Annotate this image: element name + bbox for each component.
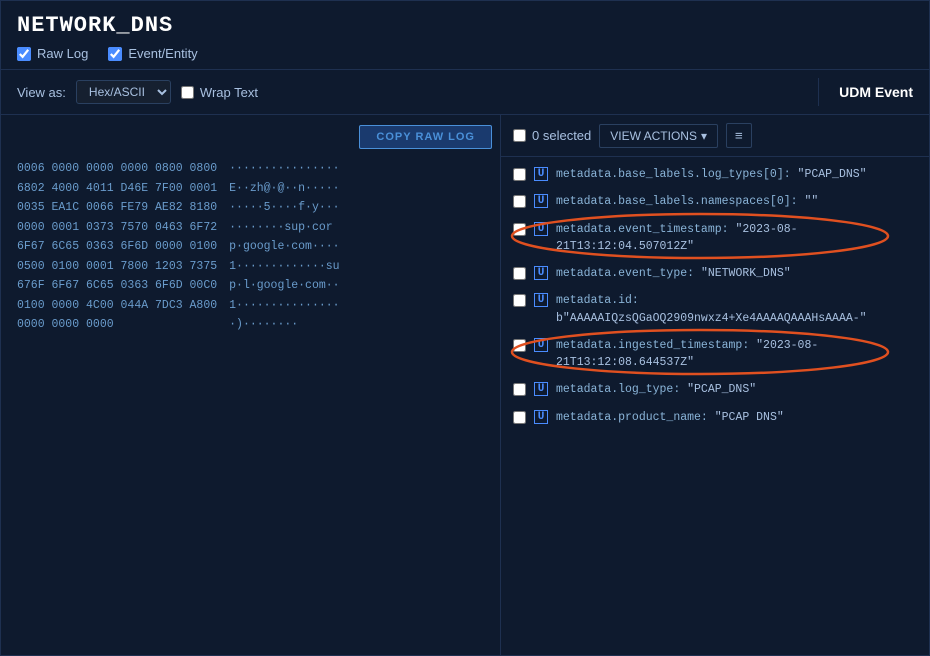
select-all-checkbox[interactable] <box>513 129 526 142</box>
hex-content: 0006 0000 0000 0000 0800 0800 6802 4000 … <box>17 159 492 335</box>
udm-item-checkbox[interactable] <box>513 383 526 396</box>
udm-key: metadata.ingested_timestamp: <box>556 339 756 352</box>
udm-item-checkbox[interactable] <box>513 411 526 424</box>
udm-item-text: metadata.product_name: "PCAP DNS" <box>556 409 917 426</box>
udm-type-icon: U <box>534 167 548 181</box>
main-content: COPY RAW LOG 0006 0000 0000 0000 0800 08… <box>1 115 929 655</box>
copy-raw-log-button[interactable]: COPY RAW LOG <box>359 125 492 149</box>
udm-key: metadata.log_type: <box>556 383 687 396</box>
header: NETWORK_DNS Raw Log Event/Entity <box>1 1 929 69</box>
udm-type-icon: U <box>534 293 548 307</box>
toolbar-divider <box>818 78 819 106</box>
event-entity-checkbox[interactable] <box>108 47 122 61</box>
filter-icon: ≡ <box>735 128 743 143</box>
event-entity-checkbox-label[interactable]: Event/Entity <box>108 46 197 61</box>
wrap-text-checkbox[interactable] <box>181 86 194 99</box>
view-actions-label: VIEW ACTIONS <box>610 129 697 143</box>
udm-value: "NETWORK_DNS" <box>701 267 791 280</box>
udm-item[interactable]: U metadata.event_type: "NETWORK_DNS" <box>501 260 929 287</box>
udm-event-label: UDM Event <box>831 84 913 100</box>
udm-item-text: metadata.base_labels.namespaces[0]: "" <box>556 193 917 210</box>
udm-value: "PCAP DNS" <box>715 411 784 424</box>
udm-item-checkbox[interactable] <box>513 223 526 236</box>
raw-log-label: Raw Log <box>37 46 88 61</box>
udm-item-text: metadata.event_timestamp: "2023-08-21T13… <box>556 221 917 256</box>
event-entity-label: Event/Entity <box>128 46 197 61</box>
right-panel-wrapper: 0 selected VIEW ACTIONS ▾ ≡ U <box>501 115 929 655</box>
wrap-text-text: Wrap Text <box>200 85 258 100</box>
udm-key: metadata.product_name: <box>556 411 715 424</box>
udm-type-icon: U <box>534 338 548 352</box>
udm-item-checkbox[interactable] <box>513 294 526 307</box>
udm-value: "PCAP_DNS" <box>687 383 756 396</box>
checkboxes-row: Raw Log Event/Entity <box>17 46 913 61</box>
udm-item-text: metadata.id: b"AAAAAIQzsQGaOQ2909nwxz4+X… <box>556 292 917 327</box>
udm-item-checkbox[interactable] <box>513 168 526 181</box>
udm-value: "PCAP_DNS" <box>798 168 867 181</box>
raw-log-checkbox-label[interactable]: Raw Log <box>17 46 88 61</box>
ascii-column: ················ E··zh@·@··n····· ·····5… <box>229 159 339 335</box>
udm-list: U metadata.base_labels.log_types[0]: "PC… <box>501 157 929 655</box>
udm-value: "" <box>804 195 818 208</box>
hex-column: 0006 0000 0000 0000 0800 0800 6802 4000 … <box>17 159 217 335</box>
udm-type-icon: U <box>534 410 548 424</box>
udm-item-event-timestamp[interactable]: U metadata.event_timestamp: "2023-08-21T… <box>501 216 929 261</box>
right-panel: 0 selected VIEW ACTIONS ▾ ≡ U <box>501 115 929 655</box>
udm-item-text: metadata.ingested_timestamp: "2023-08-21… <box>556 337 917 372</box>
udm-item-text: metadata.event_type: "NETWORK_DNS" <box>556 265 917 282</box>
udm-type-icon: U <box>534 194 548 208</box>
udm-key: metadata.id: <box>556 294 639 307</box>
left-panel: COPY RAW LOG 0006 0000 0000 0000 0800 08… <box>1 115 501 655</box>
udm-type-icon: U <box>534 222 548 236</box>
chevron-down-icon: ▾ <box>701 129 707 143</box>
udm-item-checkbox[interactable] <box>513 339 526 352</box>
udm-item[interactable]: U metadata.base_labels.log_types[0]: "PC… <box>501 161 929 188</box>
udm-item[interactable]: U metadata.id: b"AAAAAIQzsQGaOQ2909nwxz4… <box>501 287 929 332</box>
selected-count-text: 0 selected <box>532 128 591 143</box>
udm-item-checkbox[interactable] <box>513 267 526 280</box>
udm-toolbar: 0 selected VIEW ACTIONS ▾ ≡ <box>501 115 929 157</box>
toolbar: View as: Hex/ASCII Raw JSON Wrap Text UD… <box>1 69 929 115</box>
udm-key: metadata.event_timestamp: <box>556 223 735 236</box>
filter-button[interactable]: ≡ <box>726 123 752 148</box>
toolbar-left: View as: Hex/ASCII Raw JSON Wrap Text <box>17 80 806 104</box>
selected-count-area: 0 selected <box>513 128 591 143</box>
view-as-select[interactable]: Hex/ASCII Raw JSON <box>76 80 171 104</box>
udm-item-text: metadata.log_type: "PCAP_DNS" <box>556 381 917 398</box>
raw-log-checkbox[interactable] <box>17 47 31 61</box>
udm-item-text: metadata.base_labels.log_types[0]: "PCAP… <box>556 166 917 183</box>
udm-value: b"AAAAAIQzsQGaOQ2909nwxz4+Xe4AAAAQAAAHsA… <box>556 312 867 325</box>
wrap-text-label[interactable]: Wrap Text <box>181 85 258 100</box>
udm-item[interactable]: U metadata.log_type: "PCAP_DNS" <box>501 376 929 403</box>
udm-item-ingested-timestamp[interactable]: U metadata.ingested_timestamp: "2023-08-… <box>501 332 929 377</box>
udm-item[interactable]: U metadata.product_name: "PCAP DNS" <box>501 404 929 431</box>
udm-type-icon: U <box>534 382 548 396</box>
udm-key: metadata.event_type: <box>556 267 701 280</box>
udm-type-icon: U <box>534 266 548 280</box>
view-actions-button[interactable]: VIEW ACTIONS ▾ <box>599 124 718 148</box>
udm-item-checkbox[interactable] <box>513 195 526 208</box>
view-as-label: View as: <box>17 85 66 100</box>
udm-item[interactable]: U metadata.base_labels.namespaces[0]: "" <box>501 188 929 215</box>
udm-key: metadata.base_labels.log_types[0]: <box>556 168 798 181</box>
app-title: NETWORK_DNS <box>17 13 913 38</box>
copy-btn-row: COPY RAW LOG <box>17 125 492 149</box>
app-container: NETWORK_DNS Raw Log Event/Entity View as… <box>0 0 930 656</box>
udm-key: metadata.base_labels.namespaces[0]: <box>556 195 804 208</box>
